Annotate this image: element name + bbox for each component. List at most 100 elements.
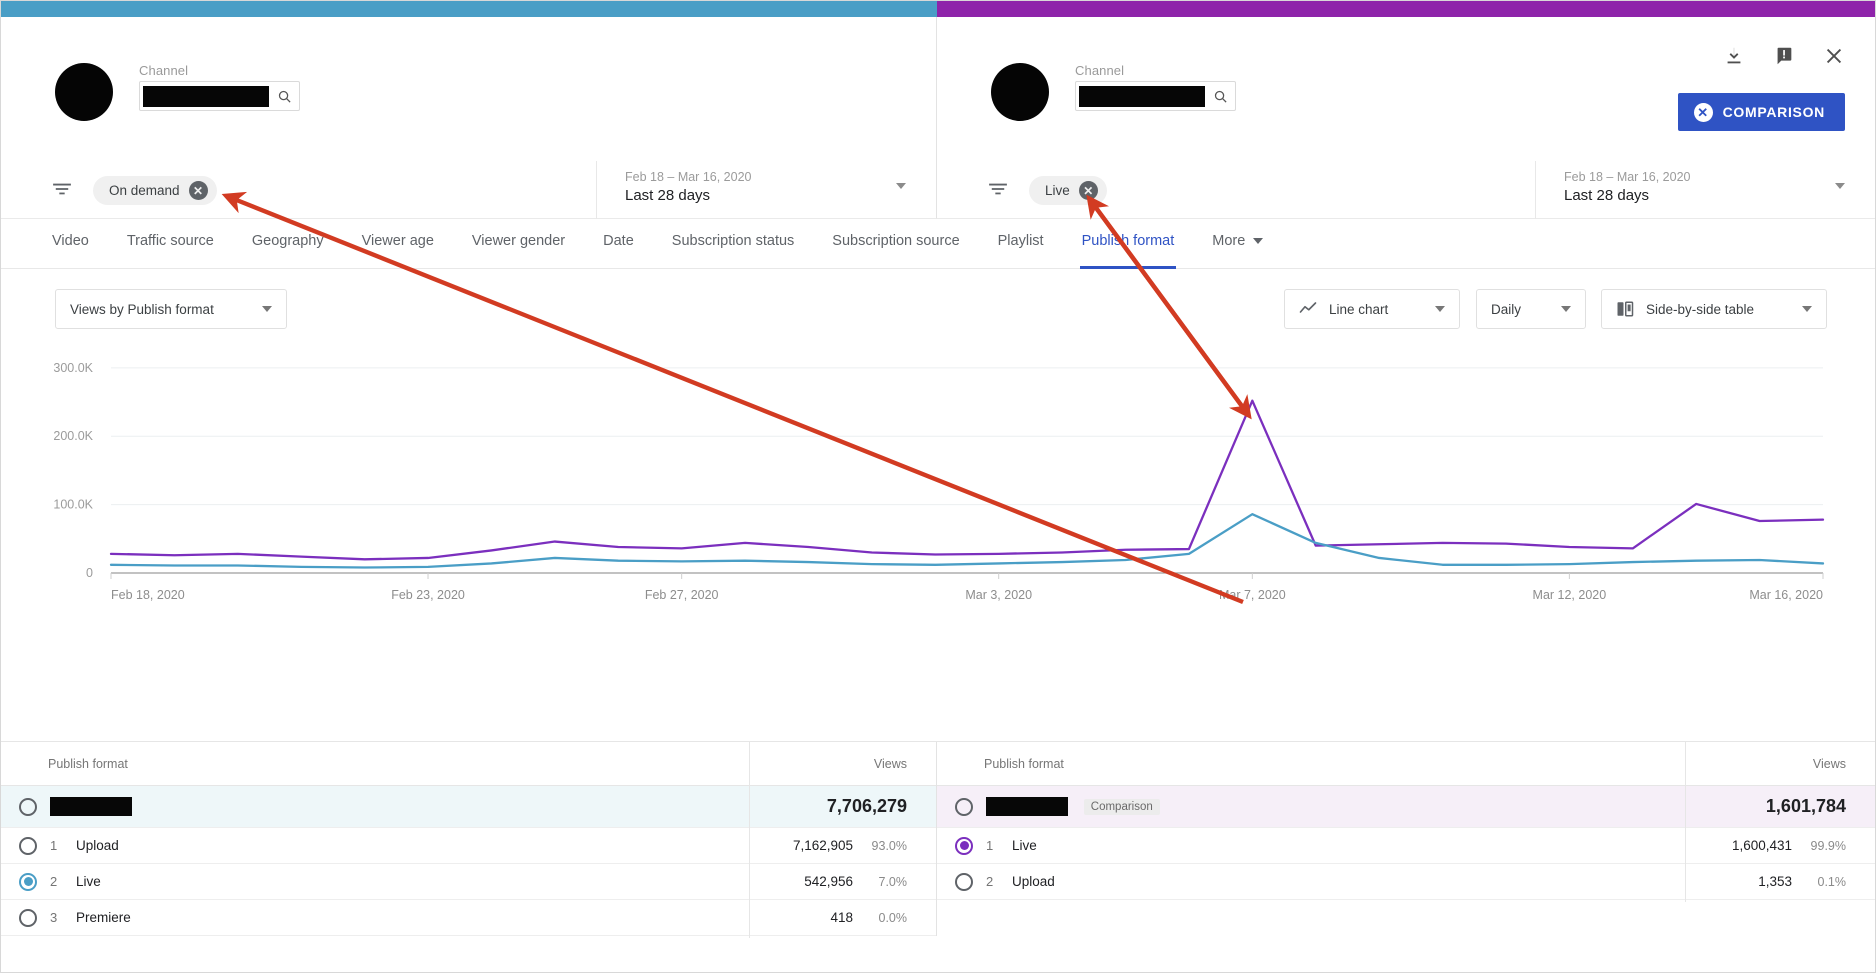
tab-video[interactable]: Video	[33, 219, 108, 269]
comparison-button[interactable]: ✕ COMPARISON	[1677, 93, 1845, 131]
table-row[interactable]: 1 Live 1,600,431 99.9%	[937, 828, 1875, 864]
granularity-label: Daily	[1491, 301, 1522, 317]
table-type-label: Side-by-side table	[1646, 301, 1755, 317]
filter-icon[interactable]	[987, 181, 1009, 197]
tab-label: Subscription status	[671, 233, 795, 249]
tab-subscription-source[interactable]: Subscription source	[813, 219, 978, 269]
tab-viewer-age[interactable]: Viewer age	[343, 219, 453, 269]
table-row[interactable]: 2 Live 542,956 7.0%	[1, 864, 936, 900]
x-axis-tick-label: Mar 3, 2020	[965, 588, 1032, 602]
y-axis-tick-label: 100.0K	[53, 498, 93, 512]
date-range-sub: Feb 18 – Mar 16, 2020	[625, 170, 752, 184]
tab-label: Traffic source	[126, 233, 214, 249]
search-icon[interactable]	[1205, 82, 1235, 110]
tab-geography[interactable]: Geography	[233, 219, 343, 269]
table-type-select[interactable]: Side-by-side table	[1601, 289, 1827, 329]
tab-date[interactable]: Date	[584, 219, 653, 269]
chart-controls: Views by Publish format Line chart Daily	[1, 269, 1875, 343]
metric-select[interactable]: Views by Publish format	[55, 289, 287, 329]
channel-selector-left[interactable]: Channel	[55, 63, 300, 121]
row-name	[50, 797, 748, 816]
row-radio[interactable]	[19, 797, 37, 816]
row-radio[interactable]	[19, 836, 37, 855]
row-radio[interactable]	[955, 836, 973, 855]
row-views: 1,353 0.1%	[1687, 874, 1875, 889]
row-rank: 2	[50, 874, 58, 889]
x-axis-tick-label: Feb 18, 2020	[111, 588, 185, 602]
row-views-percent: 93.0%	[871, 839, 907, 853]
redacted-channel-name	[1079, 85, 1205, 107]
side-by-side-table-icon	[1616, 300, 1634, 318]
row-rank: 1	[50, 838, 58, 853]
row-views-percent: 99.9%	[1810, 839, 1846, 853]
tab-label: Playlist	[997, 233, 1044, 249]
chart-type-select[interactable]: Line chart	[1284, 289, 1460, 329]
filter-chip-live[interactable]: Live ✕	[1029, 176, 1107, 205]
x-axis-tick-label: Feb 27, 2020	[645, 588, 719, 602]
feedback-icon[interactable]	[1773, 45, 1795, 67]
row-views-percent: 7.0%	[878, 875, 908, 889]
tab-label: Publish format	[1081, 233, 1175, 249]
analytics-comparison-screen: Channel Channel ✕ COMPARISON On demand ✕…	[0, 0, 1876, 973]
redacted-channel-name	[986, 797, 1068, 816]
tab-publish-format[interactable]: Publish format	[1063, 219, 1194, 269]
metric-select-label: Views by Publish format	[70, 301, 214, 317]
chevron-down-icon	[1435, 306, 1445, 312]
channel-selector-right[interactable]: Channel	[991, 63, 1236, 121]
channel-label: Channel	[139, 63, 189, 78]
tab-viewer-gender[interactable]: Viewer gender	[453, 219, 584, 269]
filter-icon[interactable]	[51, 181, 73, 197]
table-left: Publish format Views 7,706,279 1 Upload 7,…	[1, 742, 937, 938]
row-name: Comparison	[986, 797, 1687, 816]
close-icon[interactable]	[1823, 45, 1845, 67]
column-header-views: Views	[1812, 756, 1846, 771]
tab-more[interactable]: More	[1193, 219, 1282, 269]
row-views: 418 0.0%	[748, 910, 936, 925]
row-views: 7,706,279	[748, 796, 936, 817]
remove-filter-icon[interactable]: ✕	[188, 181, 208, 200]
table-header-left: Publish format Views	[1, 742, 936, 786]
row-radio[interactable]	[19, 872, 37, 891]
panel-headers: Channel Channel ✕ COMPARISON	[1, 17, 1875, 161]
channel-search-right[interactable]	[1075, 81, 1236, 111]
row-radio[interactable]	[955, 797, 973, 816]
filter-chip-on-demand[interactable]: On demand ✕	[93, 176, 217, 205]
panel-left: Channel	[1, 17, 937, 161]
row-views-value: 1,601,784	[1765, 796, 1846, 816]
tab-subscription-status[interactable]: Subscription status	[653, 219, 814, 269]
x-axis-tick-label: Mar 12, 2020	[1533, 588, 1607, 602]
date-range-left[interactable]: Feb 18 – Mar 16, 2020 Last 28 days	[596, 161, 936, 219]
accent-bar-left	[1, 1, 937, 17]
row-radio[interactable]	[19, 908, 37, 927]
panel-right: Channel ✕ COMPARISON	[937, 17, 1875, 161]
row-views: 542,956 7.0%	[748, 874, 936, 889]
column-header-name: Publish format	[48, 756, 128, 771]
table-row[interactable]: 3 Premiere 418 0.0%	[1, 900, 936, 936]
table-row-total[interactable]: 7,706,279	[1, 786, 936, 828]
remove-filter-icon[interactable]: ✕	[1078, 181, 1098, 200]
date-range-right[interactable]: Feb 18 – Mar 16, 2020 Last 28 days	[1535, 161, 1875, 219]
tab-playlist[interactable]: Playlist	[979, 219, 1063, 269]
column-header-views: Views	[873, 756, 907, 771]
chevron-down-icon[interactable]	[896, 183, 906, 189]
views-line-chart: 0 100.0K 200.0K 300.0K Feb 18, 2020 Feb 23, 2…	[1, 343, 1875, 733]
row-radio[interactable]	[955, 872, 973, 891]
table-row-total[interactable]: Comparison 1,601,784	[937, 786, 1875, 828]
tab-traffic-source[interactable]: Traffic source	[108, 219, 233, 269]
channel-search-left[interactable]	[139, 81, 300, 111]
table-body-left: 1 Upload 7,162,905 93.0% 2 Live 542,956 7.0% 3 Pr…	[1, 828, 936, 936]
chevron-down-icon	[262, 306, 272, 312]
row-views: 1,601,784	[1687, 796, 1875, 817]
channel-label: Channel	[1075, 63, 1125, 78]
granularity-select[interactable]: Daily	[1476, 289, 1586, 329]
table-row[interactable]: 1 Upload 7,162,905 93.0%	[1, 828, 936, 864]
date-range-main: Last 28 days	[1564, 187, 1650, 204]
table-row[interactable]: 2 Upload 1,353 0.1%	[937, 864, 1875, 900]
row-rank: 2	[986, 874, 994, 889]
search-icon[interactable]	[269, 82, 299, 110]
chevron-down-icon[interactable]	[1835, 183, 1845, 189]
row-name: Upload	[76, 838, 119, 853]
avatar	[55, 63, 113, 121]
window-actions	[1723, 45, 1845, 67]
download-icon[interactable]	[1723, 45, 1745, 67]
